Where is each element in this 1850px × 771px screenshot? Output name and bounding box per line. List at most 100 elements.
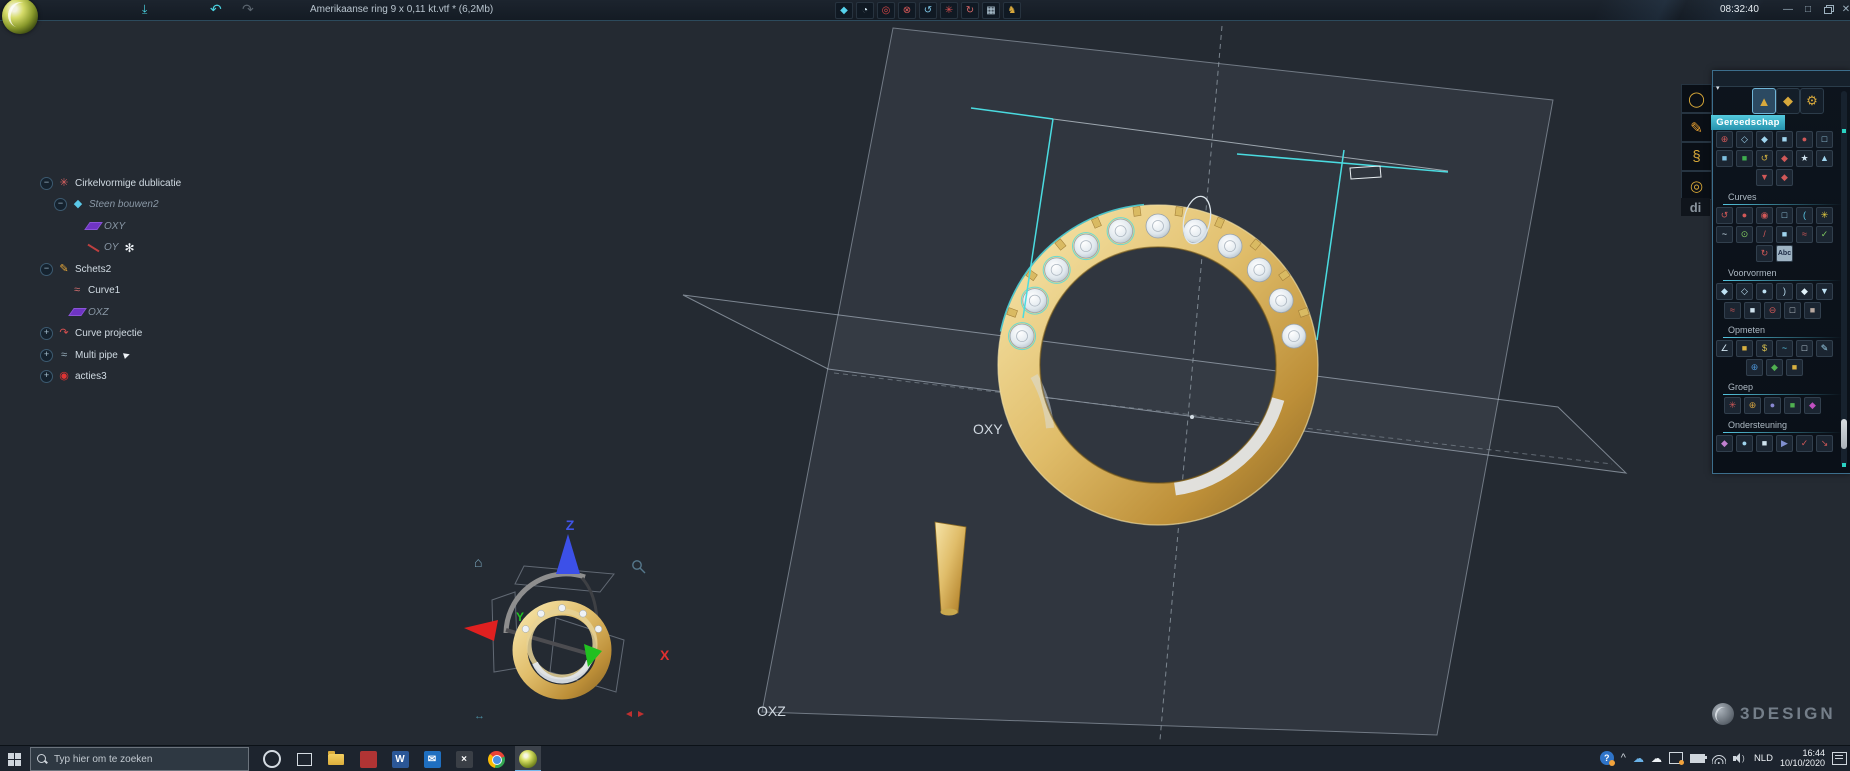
task-view-icon[interactable] bbox=[291, 746, 317, 771]
file-explorer-icon[interactable] bbox=[323, 746, 349, 771]
globe-tool[interactable]: ⊕ bbox=[1746, 359, 1763, 376]
diamond-gem[interactable] bbox=[1146, 214, 1170, 238]
clamp-mode-icon[interactable]: ⊗ bbox=[898, 2, 916, 19]
brilliant-preform[interactable]: ◆ bbox=[1796, 283, 1813, 300]
weight-measure-tool[interactable]: ■ bbox=[1736, 340, 1753, 357]
bangle-icon[interactable]: ◎ bbox=[1681, 171, 1712, 200]
support-flag-tool[interactable]: ▶ bbox=[1776, 435, 1793, 452]
box-tool[interactable]: ■ bbox=[1716, 150, 1733, 167]
bar-tool[interactable]: ■ bbox=[1776, 226, 1793, 243]
collapse-icon[interactable]: − bbox=[54, 198, 67, 211]
notification-app-icon[interactable] bbox=[1669, 752, 1683, 764]
battery-icon[interactable] bbox=[1690, 754, 1705, 763]
code-app-icon[interactable]: × bbox=[451, 746, 477, 771]
colormap-tool[interactable]: ◆ bbox=[1766, 359, 1783, 376]
fillet-curve-tool[interactable]: ~ bbox=[1716, 226, 1733, 243]
3design-app-icon[interactable] bbox=[515, 746, 541, 771]
project-curve-tool[interactable]: □ bbox=[1776, 207, 1793, 224]
support-pillar-tool[interactable]: ■ bbox=[1756, 435, 1773, 452]
diamond-gem[interactable] bbox=[1282, 324, 1306, 348]
gear-button[interactable]: ⚙ bbox=[1800, 88, 1824, 114]
tree-item-steen-bouwen2[interactable]: −◆Steen bouwen2 bbox=[54, 198, 159, 212]
group-stones-tool[interactable]: ✳ bbox=[1724, 397, 1741, 414]
home-view-icon[interactable]: ⌂ bbox=[474, 554, 482, 570]
offset-curve-tool[interactable]: ● bbox=[1736, 207, 1753, 224]
onedrive-cloud-icon[interactable]: ☁ bbox=[1633, 752, 1644, 765]
cut-tool[interactable]: ◇ bbox=[1736, 131, 1753, 148]
rotate-mode-icon[interactable]: ↺ bbox=[919, 2, 937, 19]
green-cube-tool[interactable]: ■ bbox=[1736, 150, 1753, 167]
circle-curve-tool[interactable]: ◉ bbox=[1756, 207, 1773, 224]
tree-item-cirkelvormige-dublicatie[interactable]: −✳Cirkelvormige dublicatie bbox=[40, 176, 181, 190]
panel-preform[interactable]: ■ bbox=[1804, 302, 1821, 319]
union-tool[interactable]: ⊕ bbox=[1716, 131, 1733, 148]
fold-tool[interactable]: ▲ bbox=[1816, 150, 1833, 167]
help-tray-icon[interactable]: ? bbox=[1600, 751, 1614, 765]
rough-preform[interactable]: ◇ bbox=[1736, 283, 1753, 300]
magnet-preform[interactable]: ⊖ bbox=[1764, 302, 1781, 319]
arc-tool[interactable]: ( bbox=[1796, 207, 1813, 224]
chrome-icon[interactable] bbox=[483, 746, 509, 771]
language-indicator[interactable]: NLD bbox=[1754, 753, 1773, 764]
tab-gereedschap[interactable]: Gereedschap bbox=[1711, 115, 1785, 130]
cloud-icon[interactable]: ☁ bbox=[1651, 752, 1662, 765]
check-curve-tool[interactable]: ✓ bbox=[1816, 226, 1833, 243]
tree-item-curve-projectie[interactable]: +↷Curve projectie bbox=[40, 327, 142, 341]
pan-icon[interactable]: ↔ bbox=[474, 710, 485, 722]
diamond-gem[interactable] bbox=[1218, 234, 1242, 258]
frame-preform[interactable]: □ bbox=[1784, 302, 1801, 319]
tree-item-oxy[interactable]: OXY bbox=[70, 219, 125, 233]
diamond-gem[interactable] bbox=[1045, 258, 1069, 282]
collapse-icon[interactable]: − bbox=[40, 263, 53, 276]
action-center-icon[interactable] bbox=[1832, 752, 1847, 765]
group-paint-tool[interactable]: ◆ bbox=[1804, 397, 1821, 414]
shell-tool[interactable]: ◆ bbox=[1776, 169, 1793, 186]
wrap-tool[interactable]: ◆ bbox=[1776, 150, 1793, 167]
ring-library-icon[interactable]: ◯ bbox=[1681, 84, 1712, 113]
ring-mode-icon[interactable]: ◔ bbox=[856, 2, 874, 19]
cab-preform[interactable]: ● bbox=[1756, 283, 1773, 300]
shield-preform[interactable]: ▼ bbox=[1816, 283, 1833, 300]
tray-clock[interactable]: 16:44 10/10/2020 bbox=[1780, 748, 1825, 768]
minimize-button[interactable]: — bbox=[1780, 2, 1796, 16]
restore-button[interactable] bbox=[1820, 2, 1836, 16]
security-app-icon[interactable] bbox=[355, 746, 381, 771]
cylinder-preform[interactable]: ■ bbox=[1744, 302, 1761, 319]
expand-icon[interactable]: + bbox=[40, 349, 53, 362]
wave-tool[interactable]: ≈ bbox=[1796, 226, 1813, 243]
group-grid-tool[interactable]: ■ bbox=[1784, 397, 1801, 414]
close-button[interactable]: ✕ bbox=[1838, 2, 1850, 16]
loft-tool[interactable]: ▼ bbox=[1756, 169, 1773, 186]
support-wrap-tool[interactable]: ● bbox=[1736, 435, 1753, 452]
tree-item-acties3[interactable]: +◉acties3 bbox=[40, 370, 107, 384]
cortana-icon[interactable] bbox=[259, 746, 285, 771]
save-icon[interactable]: ⤓ bbox=[142, 1, 147, 18]
revolve-curve-tool[interactable]: ↻ bbox=[1756, 245, 1773, 262]
collapse-icon[interactable]: − bbox=[40, 177, 53, 190]
marquise-preform[interactable]: ◆ bbox=[1716, 283, 1733, 300]
cluster-tool[interactable]: ★ bbox=[1796, 150, 1813, 167]
rotate-tool[interactable]: ↺ bbox=[1756, 150, 1773, 167]
start-button[interactable] bbox=[0, 746, 28, 771]
text-tool[interactable]: Abc bbox=[1776, 245, 1793, 262]
spiral-tool[interactable]: ↺ bbox=[1716, 207, 1733, 224]
wifi-icon[interactable] bbox=[1712, 753, 1726, 764]
gem-nugget-button[interactable]: ◆ bbox=[1776, 88, 1800, 114]
undo-icon[interactable]: ↶ bbox=[210, 1, 222, 18]
graph-tool[interactable]: ~ bbox=[1776, 340, 1793, 357]
diamond-gem[interactable] bbox=[1269, 289, 1293, 313]
line-tool[interactable]: / bbox=[1756, 226, 1773, 243]
support-axe-tool[interactable]: ↘ bbox=[1816, 435, 1833, 452]
mail-app-icon[interactable]: ✉ bbox=[419, 746, 445, 771]
panel-dropdown-caret[interactable]: ▾ bbox=[1716, 84, 1720, 92]
group-add-tool[interactable]: ⊕ bbox=[1744, 397, 1761, 414]
support-plane-tool[interactable]: ◆ bbox=[1716, 435, 1733, 452]
tree-item-schets2[interactable]: −✎Schets2 bbox=[40, 262, 111, 276]
diamond-gem[interactable] bbox=[1109, 219, 1133, 243]
3d-viewport[interactable]: OXY OXZ Z Y X ⌂ ↔ bbox=[0, 0, 1850, 771]
angle-measure-tool[interactable]: ∠ bbox=[1716, 340, 1733, 357]
gold-ruler-tool[interactable]: ■ bbox=[1786, 359, 1803, 376]
expand-icon[interactable]: + bbox=[40, 327, 53, 340]
twin-panel-tool[interactable]: □ bbox=[1816, 131, 1833, 148]
diamond-gem[interactable] bbox=[1247, 258, 1271, 282]
